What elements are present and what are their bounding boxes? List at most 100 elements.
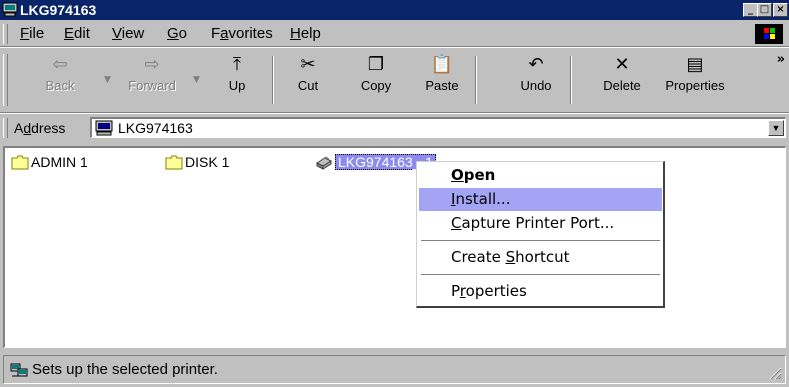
menu-view[interactable]: View [112, 25, 144, 43]
printer-icon [315, 156, 333, 170]
resize-grip-icon[interactable] [768, 366, 782, 380]
undo-button[interactable]: ↶ Undo [512, 52, 560, 108]
context-menu-create-shortcut[interactable]: Create Shortcut [419, 246, 662, 269]
menu-favorites-pre: F [211, 25, 221, 42]
open-accel: O [451, 166, 464, 184]
maximize-button[interactable]: □ [757, 3, 772, 17]
address-label: Address [14, 120, 65, 136]
toolbar-overflow-chevron-icon[interactable]: » [777, 52, 785, 67]
delete-label: Delete [603, 78, 641, 93]
title-bar[interactable]: LKG974163 _ □ × [0, 0, 789, 20]
minimize-icon: _ [748, 4, 753, 15]
undo-icon: ↶ [528, 54, 544, 75]
folder-icon [165, 155, 183, 170]
shortcut-accel: S [505, 248, 516, 266]
address-label-accel: d [23, 120, 32, 136]
forward-button[interactable]: ⇨ Forward [122, 52, 182, 108]
copy-icon: ❐ [367, 54, 385, 75]
menu-bar: File Edit View Go Favorites Help [0, 22, 789, 46]
toolbar-separator [570, 56, 572, 104]
menu-favorites-accel: a [220, 25, 229, 42]
paste-icon: 📋 [430, 54, 454, 75]
computer-icon [2, 2, 18, 17]
network-computer-icon [10, 363, 28, 377]
context-menu-capture-printer-port[interactable]: Capture Printer Port... [419, 212, 662, 235]
copy-button[interactable]: ❐ Copy [349, 52, 403, 108]
scissors-icon: ✂ [300, 54, 316, 75]
context-menu-install[interactable]: Install... [419, 188, 662, 211]
context-menu-properties[interactable]: Properties [419, 280, 662, 303]
folder-name: ADMIN 1 [31, 154, 88, 170]
open-rest: pen [463, 166, 496, 184]
cut-button[interactable]: ✂ Cut [286, 52, 330, 108]
menubar-grip[interactable] [3, 24, 8, 44]
address-bar: Address LKG974163 ▼ [0, 114, 789, 142]
properties-rest: operties [465, 282, 527, 300]
close-button[interactable]: × [773, 3, 788, 17]
addressbar-grip[interactable] [3, 118, 8, 138]
delete-button[interactable]: ✕ Delete [592, 52, 652, 108]
menu-view-accel: V [112, 25, 122, 42]
file-list-view[interactable]: ADMIN 1 DISK 1 LKG974163_-1 [3, 146, 786, 348]
properties-button[interactable]: ▤ Properties [658, 52, 732, 108]
forward-arrow-icon: ⇨ [144, 54, 160, 75]
status-bar: Sets up the selected printer. [0, 352, 789, 387]
address-value: LKG974163 [118, 120, 193, 136]
up-button[interactable]: ⤒ Up [215, 52, 259, 108]
menu-go-rest: o [178, 25, 188, 42]
back-button[interactable]: ⇦ Back [40, 52, 80, 108]
properties-label: Properties [665, 78, 725, 93]
explorer-window: LKG974163 _ □ × File Edit View Go Favori… [0, 0, 789, 387]
context-menu-separator [421, 274, 660, 275]
menu-file-rest: ile [29, 25, 45, 42]
menu-file-accel: F [20, 25, 30, 42]
folder-icon [11, 155, 29, 170]
paste-label: Paste [425, 78, 459, 93]
capture-accel: C [451, 214, 462, 232]
menu-favorites[interactable]: Favorites [211, 25, 273, 43]
status-text: Sets up the selected printer. [32, 361, 218, 378]
delete-x-icon: ✕ [614, 54, 630, 75]
menu-go[interactable]: Go [167, 25, 187, 43]
shortcut-pre: Create [451, 248, 506, 266]
menu-edit-accel: E [64, 25, 75, 42]
standard-toolbar: ⇦ Back ▼ ⇨ Forward ▼ ⤒ Up ✂ Cut ❐ Copy 📋… [0, 48, 789, 112]
toolbar-grip[interactable] [3, 54, 8, 106]
menu-favorites-rest: vorites [228, 25, 273, 42]
computer-icon [95, 120, 113, 136]
paste-button[interactable]: 📋 Paste [414, 52, 470, 108]
context-menu-separator [421, 240, 660, 241]
maximize-icon: □ [759, 4, 770, 15]
windows-logo-icon [755, 24, 783, 44]
up-folder-icon: ⤒ [233, 54, 241, 75]
address-input[interactable]: LKG974163 ▼ [90, 117, 786, 138]
undo-label: Undo [520, 78, 552, 93]
menu-help-accel: H [290, 25, 301, 42]
address-label-pre: A [14, 120, 24, 136]
menu-help[interactable]: Help [290, 25, 321, 43]
menu-file[interactable]: File [20, 25, 44, 43]
forward-dropdown-icon[interactable]: ▼ [193, 75, 200, 85]
copy-label: Copy [360, 78, 392, 93]
back-label: Back [45, 78, 75, 93]
back-dropdown-icon[interactable]: ▼ [104, 75, 111, 85]
menu-view-rest: iew [121, 25, 145, 42]
cut-label: Cut [297, 78, 319, 93]
properties-icon: ▤ [686, 54, 704, 75]
address-dropdown-button[interactable]: ▼ [768, 120, 784, 136]
menu-edit-rest: dit [74, 25, 90, 42]
up-label: Up [228, 78, 246, 93]
context-menu-open[interactable]: Open [419, 164, 662, 187]
menu-edit[interactable]: Edit [64, 25, 90, 43]
address-label-rest: dress [31, 120, 66, 136]
chevron-down-icon: ▼ [771, 123, 781, 133]
close-icon: × [776, 4, 785, 15]
context-menu: Open Install... Capture Printer Port... … [416, 161, 665, 308]
window-title: LKG974163 [20, 2, 97, 18]
toolbar-separator [272, 56, 274, 104]
capture-rest: apture Printer Port... [461, 214, 615, 232]
minimize-button[interactable]: _ [743, 3, 758, 17]
back-arrow-icon: ⇦ [52, 54, 68, 75]
toolbar-separator [475, 56, 477, 104]
menu-go-accel: G [167, 25, 179, 42]
